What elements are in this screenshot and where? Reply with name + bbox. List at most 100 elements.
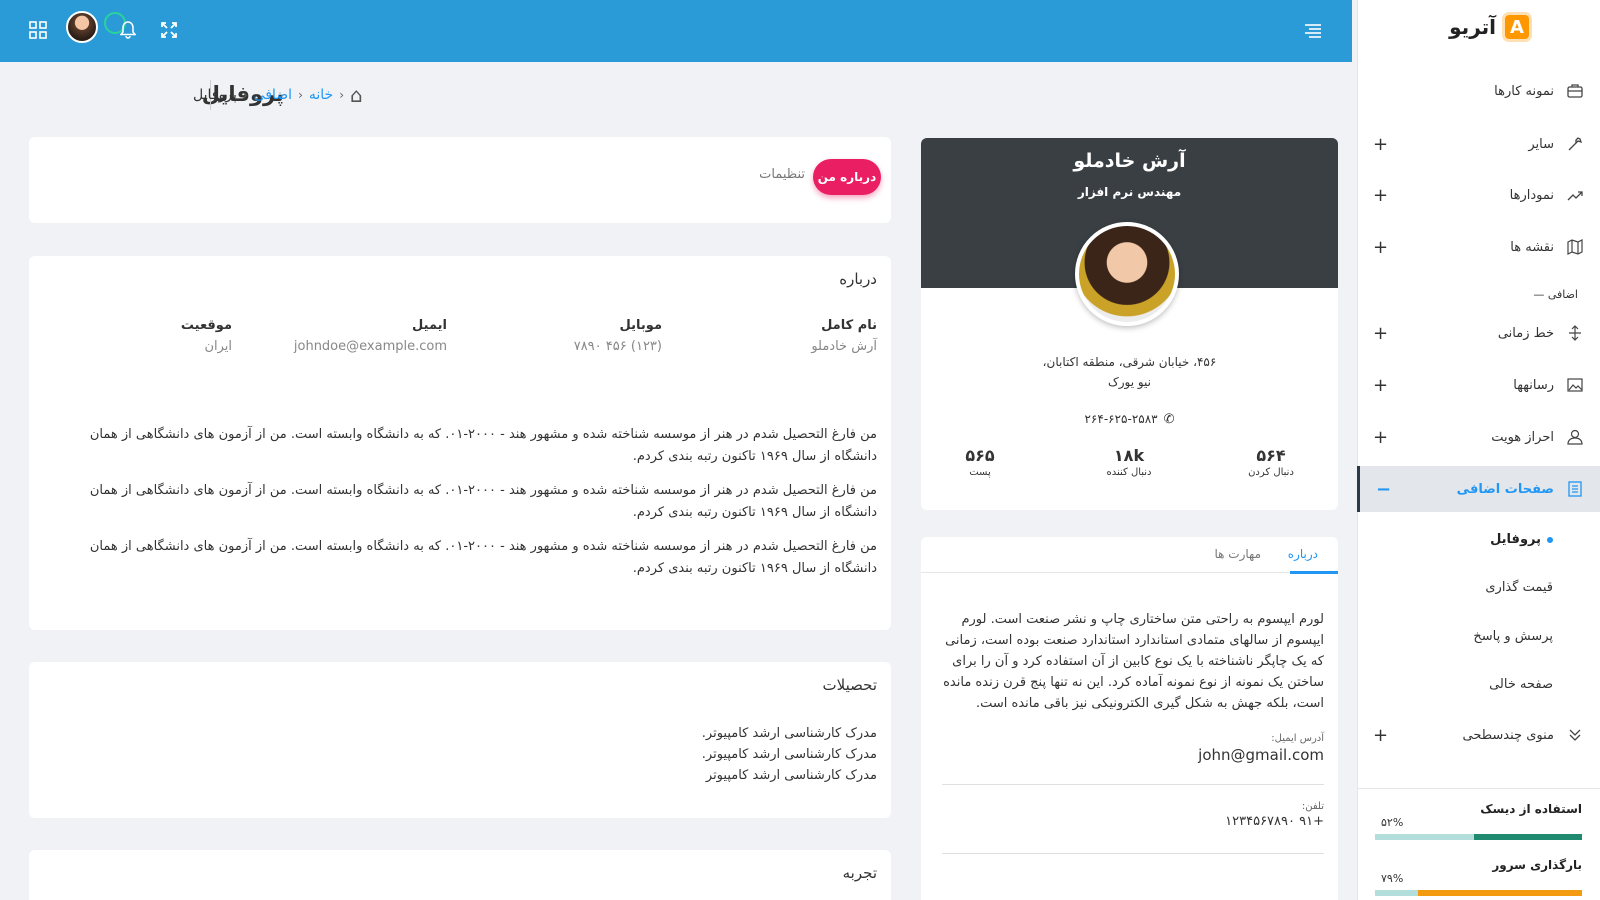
brand-name: آتریو — [1449, 15, 1496, 39]
email-field: آدرس ایمیل: john@gmail.com — [1198, 733, 1324, 764]
sidebar-item-label: رسانهها — [1513, 377, 1554, 393]
profile-role: مهندس نرم افزار — [1077, 185, 1182, 199]
topbar — [0, 0, 1352, 62]
image-icon — [1566, 376, 1584, 394]
home-icon[interactable]: ⌂ — [350, 83, 363, 107]
disk-usage-label: استفاده از دیسک — [1480, 802, 1582, 816]
brand-logo: A — [1502, 12, 1532, 42]
sidebar-subitem-profile[interactable]: پروفایل — [1490, 532, 1553, 547]
disk-usage-bar — [1375, 834, 1582, 840]
sidebar-item-portfolio[interactable]: نمونه کارها — [1357, 68, 1600, 114]
divider — [942, 784, 1324, 785]
plus-icon: + — [1373, 322, 1389, 344]
tab-about-me[interactable]: درباره من — [813, 159, 881, 195]
plus-icon: + — [1373, 426, 1389, 448]
phone-field: تلفن: +۹۱ ۱۲۳۴۵۶۷۸۹۰ — [1225, 801, 1324, 829]
profile-card: آرش خادملو مهندس نرم افزار ۴۵۶، خیابان ش… — [921, 138, 1338, 510]
plus-icon: + — [1373, 724, 1389, 746]
plus-icon: + — [1373, 236, 1389, 258]
stat-posts: ۵۶۵ پست — [965, 446, 995, 478]
chevron-left-icon: ‹ — [242, 88, 248, 102]
divider — [1357, 788, 1600, 789]
server-load-label: بارگذاری سرور — [1492, 858, 1582, 872]
server-load: بارگذاری سرور ۷۹% — [1375, 858, 1582, 896]
profile-avatar — [1075, 222, 1179, 326]
menu-icon[interactable] — [1302, 19, 1324, 41]
sidebar-item-maps[interactable]: نقشه ها + — [1357, 224, 1600, 270]
about-paragraph: من فارغ التحصیل شدم در هنر از موسسه شناخ… — [89, 539, 877, 576]
education-title: تحصیلات — [822, 676, 877, 694]
apps-icon[interactable] — [27, 19, 49, 41]
plus-icon: + — [1373, 374, 1389, 396]
tools-icon — [1566, 135, 1584, 153]
sidebar-item-label: احراز هویت — [1491, 429, 1554, 445]
server-load-percent: ۷۹% — [1381, 872, 1404, 885]
education-card: تحصیلات مدرک کارشناسی ارشد کامپیوتر. مدر… — [29, 662, 891, 818]
sidebar-subitem-faq[interactable]: پرسش و پاسخ — [1473, 629, 1553, 644]
about-paragraph: من فارغ التحصیل شدم در هنر از موسسه شناخ… — [89, 427, 877, 464]
active-tab-underline — [1290, 571, 1338, 574]
info-mobile: موبایل (۱۲۳) ۴۵۶ ۷۸۹۰ — [573, 318, 662, 354]
sidebar-item-multilevel[interactable]: منوی چندسطحی + — [1357, 712, 1600, 758]
briefcase-icon — [1566, 82, 1584, 100]
education-item: مدرک کارشناسی ارشد کامپیوتر. — [701, 726, 877, 741]
tab-settings[interactable]: تنظیمات — [759, 167, 805, 182]
profile-name: آرش خادملو — [1073, 150, 1186, 172]
phone-icon: ✆ — [1163, 412, 1175, 427]
disk-usage: استفاده از دیسک ۵۲% — [1375, 802, 1582, 840]
sidebar-item-label: سایر — [1528, 136, 1554, 152]
stat-followers: ۱۸k دنبال کننده — [1106, 446, 1152, 478]
fullscreen-icon[interactable] — [158, 19, 180, 41]
info-email: ایمیل johndoe@example.com — [293, 318, 447, 354]
breadcrumb-extra[interactable]: اضافی — [254, 87, 292, 103]
profile-phone: ✆۲۶۴-۶۲۵-۲۵۸۳ — [1084, 412, 1175, 427]
sidebar-subitem-blank[interactable]: صفحه خالی — [1489, 677, 1553, 692]
education-item: مدرک کارشناسی ارشد کامپیوتر. — [701, 747, 877, 762]
education-item: مدرک کارشناسی ارشد کامپیوتر — [705, 768, 877, 783]
about-title: درباره — [839, 270, 877, 288]
breadcrumb-current: پروفایل — [193, 87, 237, 103]
sidebar-item-media[interactable]: رسانهها + — [1357, 362, 1600, 408]
sidebar-item-label: صفحات اضافی — [1456, 481, 1554, 497]
sidebar-item-extra-pages[interactable]: صفحات اضافی − — [1357, 466, 1600, 512]
minus-icon: − — [1376, 478, 1392, 500]
chevron-left-icon: ‹ — [298, 88, 303, 102]
sidebar-item-auth[interactable]: احراز هویت + — [1357, 414, 1600, 460]
user-icon — [1566, 428, 1584, 446]
map-icon — [1566, 238, 1584, 256]
brand[interactable]: A آتریو — [1449, 12, 1532, 42]
timeline-icon — [1566, 324, 1584, 342]
sidebar-item-timeline[interactable]: خط زمانی + — [1357, 310, 1600, 356]
info-location: موقعیت ایران — [180, 318, 232, 354]
sidebar-item-other[interactable]: سایر + — [1357, 121, 1600, 167]
about-skills-card: درباره مهارت ها لورم ایپسوم به راحتی متن… — [921, 537, 1338, 900]
sidebar-item-label: نمونه کارها — [1494, 83, 1554, 99]
sidebar-subitem-pricing[interactable]: قیمت گذاری — [1485, 580, 1553, 595]
avatar[interactable] — [66, 11, 98, 43]
breadcrumb-home[interactable]: خانه — [309, 87, 333, 103]
profile-address: ۴۵۶، خیابان شرقی، منطقه اکتابان، نیو یور… — [1042, 355, 1217, 389]
document-icon — [1566, 480, 1584, 498]
plus-icon: + — [1373, 133, 1389, 155]
sidebar-item-charts[interactable]: نمودارها + — [1357, 172, 1600, 218]
sidebar-item-label: منوی چندسطحی — [1462, 727, 1554, 743]
experience-title: تجربه — [842, 864, 877, 882]
tab-skills[interactable]: مهارت ها — [1214, 547, 1261, 561]
about-text: لورم ایپسوم به راحتی متن ساختاری چاپ و ن… — [943, 612, 1324, 711]
bell-icon[interactable] — [117, 19, 139, 41]
about-card: درباره نام کامل آرش خادملو موبایل (۱۲۳) … — [29, 256, 891, 630]
tab-about[interactable]: درباره — [1288, 547, 1318, 561]
server-load-fill — [1418, 890, 1582, 896]
info-fullname: نام کامل آرش خادملو — [811, 318, 877, 354]
server-load-bar — [1375, 890, 1582, 896]
disk-usage-fill — [1474, 834, 1582, 840]
experience-card: تجربه — [29, 850, 891, 900]
about-paragraph: من فارغ التحصیل شدم در هنر از موسسه شناخ… — [89, 483, 877, 520]
sidebar: A آتریو نمونه کارها سایر + نمودارها + نق… — [1357, 0, 1600, 900]
about-skills-tabs: درباره مهارت ها — [921, 537, 1338, 574]
profile-tabs-card: درباره من تنظیمات — [29, 137, 891, 223]
active-dot-icon — [1547, 536, 1553, 543]
divider — [942, 853, 1324, 854]
sidebar-section-label: اضافی — — [1533, 288, 1578, 301]
chevron-left-icon: ‹ — [339, 88, 345, 102]
